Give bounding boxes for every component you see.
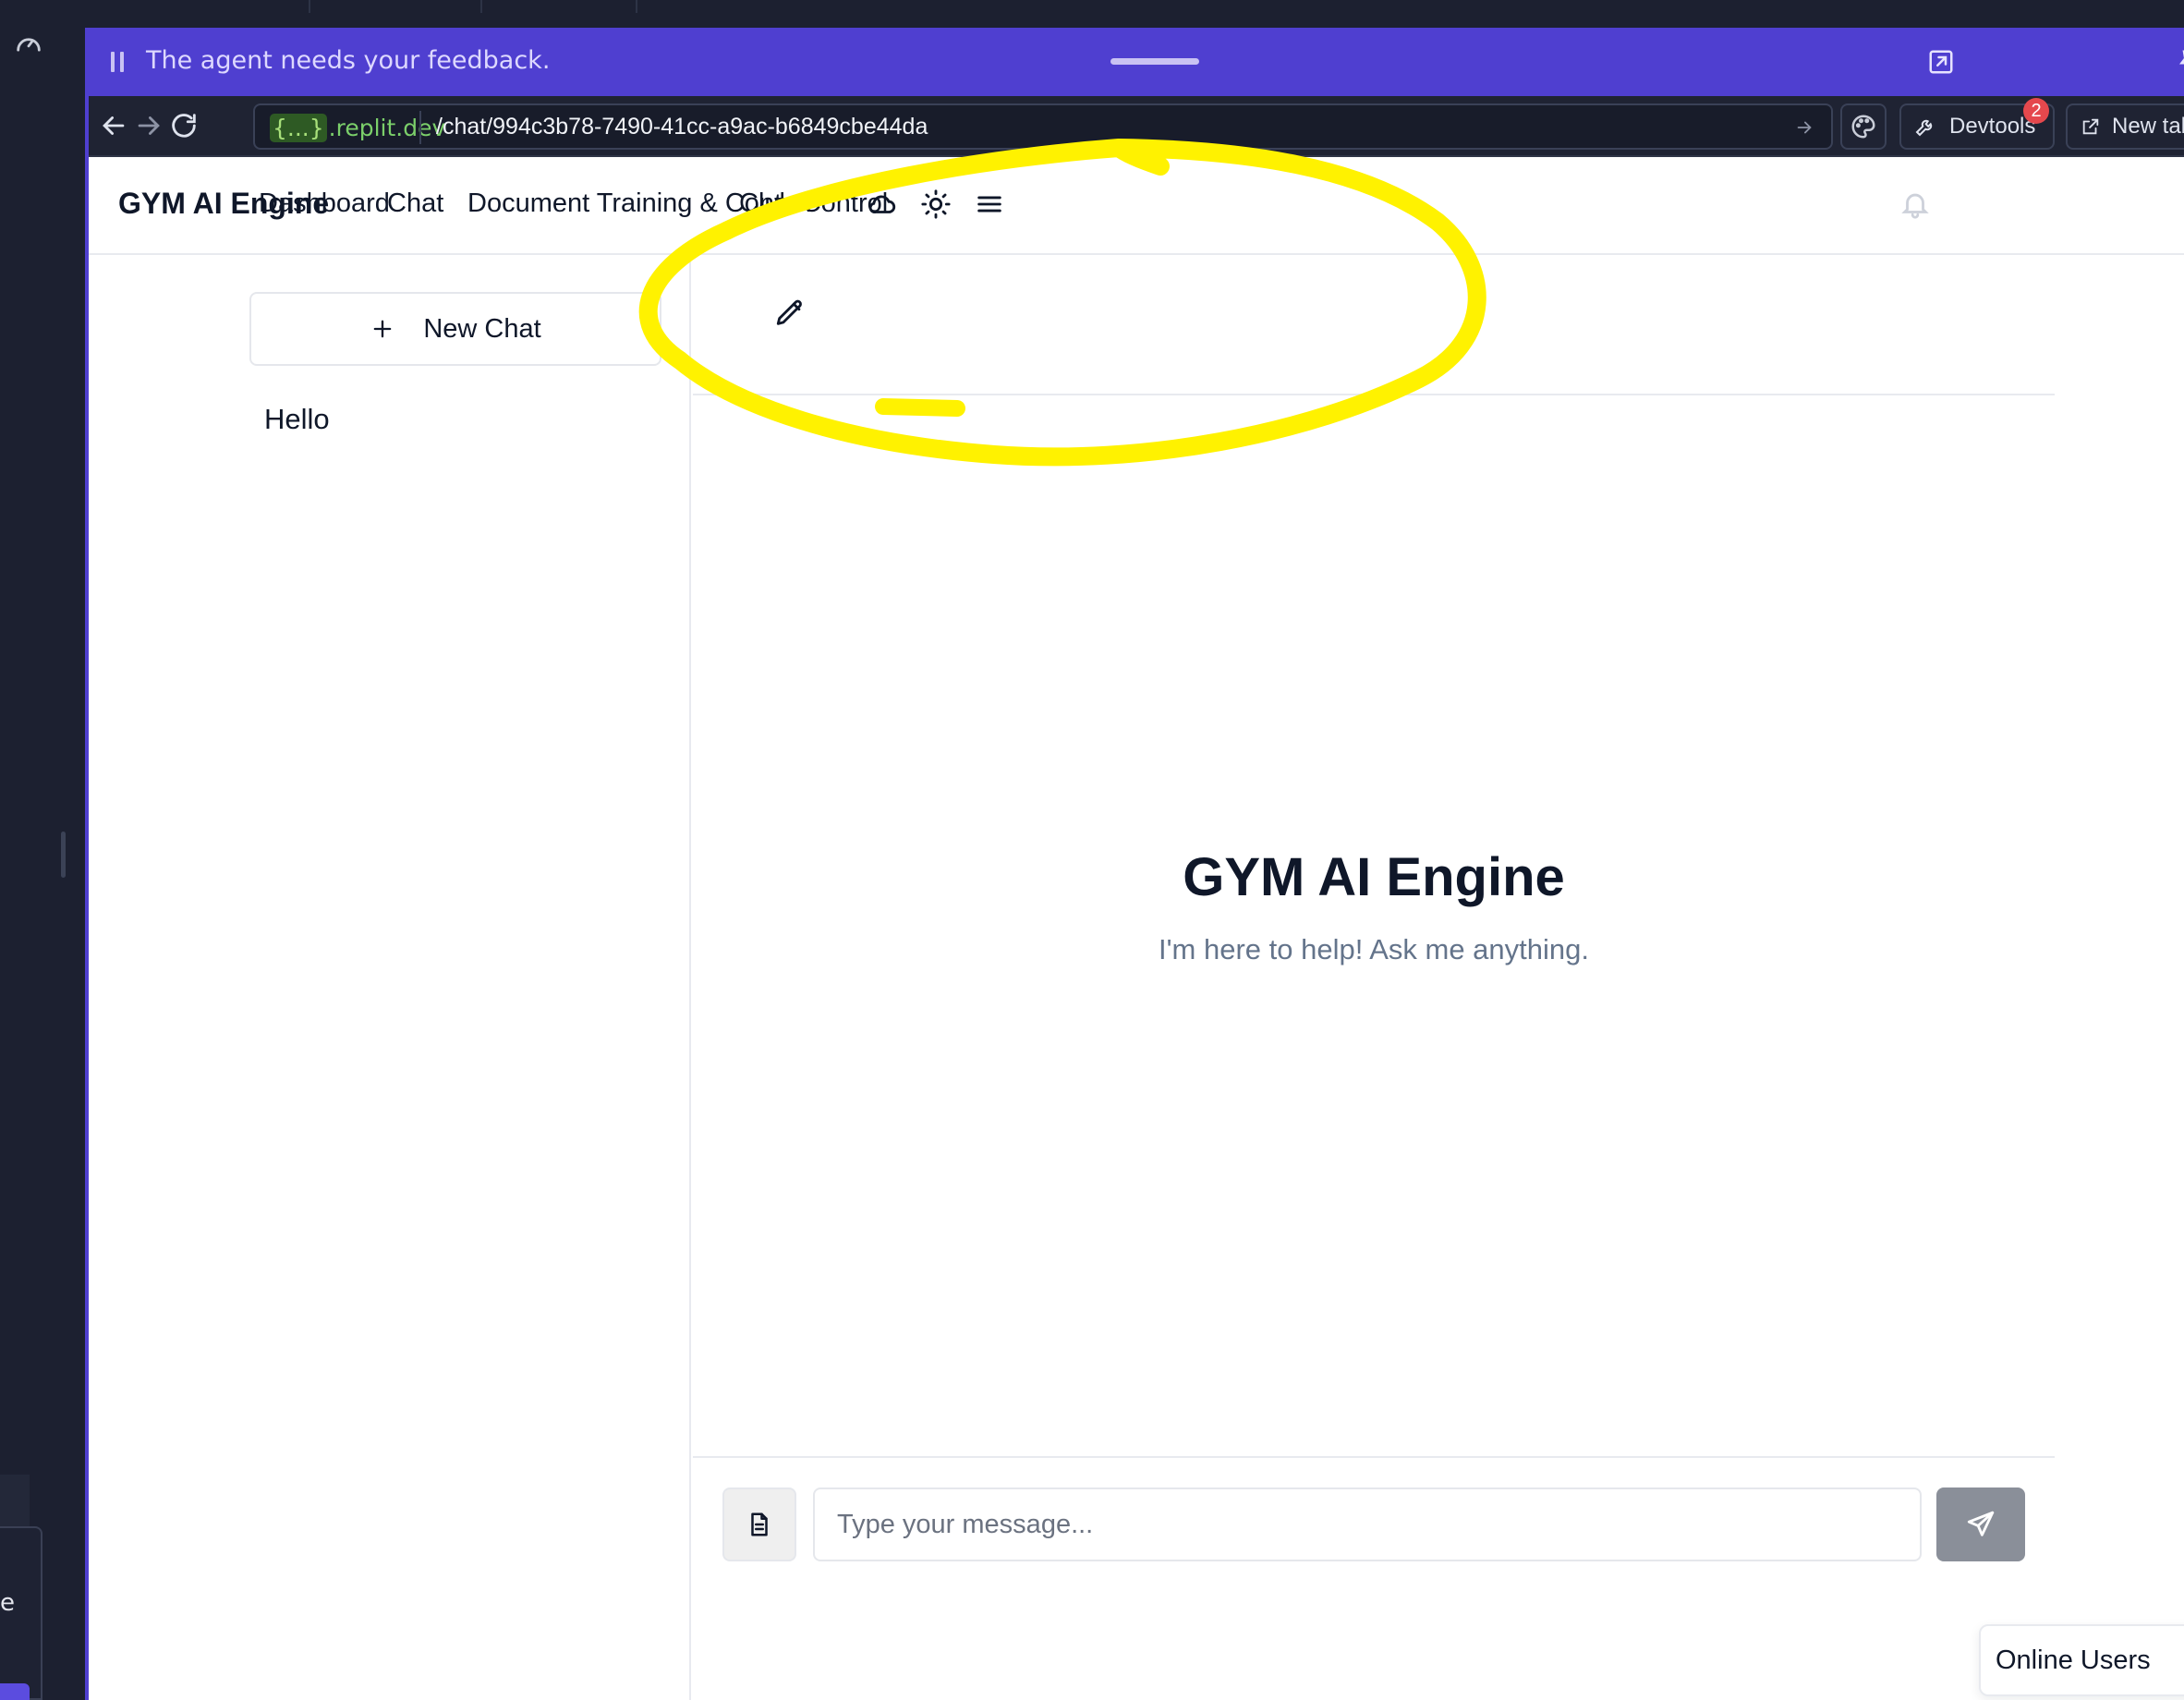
ide-tab-strip (0, 0, 2184, 13)
webview-window: The agent needs your feedback. {...} .re… (85, 28, 2184, 1700)
new-tab-button[interactable]: New tab (2066, 103, 2184, 150)
devtools-label: Devtools (1949, 114, 2036, 139)
feedback-bar: The agent needs your feedback. (89, 28, 2184, 96)
new-chat-button[interactable]: New Chat (249, 292, 661, 366)
url-divider (419, 111, 421, 144)
drag-handle[interactable] (1110, 58, 1199, 65)
go-arrow-icon[interactable] (1794, 117, 1814, 138)
sun-icon[interactable] (920, 188, 952, 220)
feedback-message: The agent needs your feedback. (146, 46, 551, 75)
menu-icon[interactable] (974, 188, 1005, 220)
new-tab-label: New tab (2112, 114, 2184, 139)
pause-icon[interactable] (111, 52, 126, 72)
welcome-subtitle: I'm here to help! Ask me anything. (1159, 933, 1589, 965)
domain-prefix: {...} (270, 113, 327, 142)
back-arrow-icon[interactable] (98, 110, 129, 141)
resize-handle[interactable] (61, 832, 66, 878)
attach-document-button[interactable] (722, 1488, 796, 1561)
chat-history-item[interactable]: Hello (264, 403, 330, 436)
ide-side-badge[interactable] (0, 1683, 30, 1700)
chat-toolbar (693, 255, 2055, 395)
ide-side-text: e (0, 1589, 15, 1617)
pencil-icon[interactable] (774, 298, 806, 329)
cloud-icon[interactable] (867, 188, 898, 220)
message-input[interactable] (813, 1488, 1922, 1561)
address-field[interactable]: {...} .replit.dev /chat/994c3b78-7490-41… (253, 103, 1833, 150)
devtools-count-badge: 2 (2023, 98, 2049, 124)
domain-host: .replit.dev (328, 114, 446, 141)
bell-icon[interactable] (1899, 188, 1931, 220)
ide-left-rail (0, 0, 57, 1700)
nav-chat[interactable]: Chat (387, 188, 443, 219)
url-domain: {...} .replit.dev (264, 111, 451, 144)
expand-icon[interactable] (1927, 48, 1955, 76)
nav-dashboard[interactable]: Dashboard (259, 188, 390, 219)
ide-tab[interactable] (310, 0, 482, 13)
pin-icon[interactable] (2175, 46, 2184, 78)
palette-icon[interactable] (1840, 103, 1887, 150)
online-users-label: Online Users (1996, 1645, 2151, 1675)
url-path[interactable]: /chat/994c3b78-7490-41cc-a9ac-b6849cbe44… (436, 114, 928, 140)
chat-sidebar: New Chat Hello (89, 255, 691, 1700)
reload-icon[interactable] (168, 110, 200, 141)
url-bar: {...} .replit.dev /chat/994c3b78-7490-41… (89, 96, 2184, 157)
forward-arrow-icon[interactable] (133, 110, 164, 141)
ide-tab[interactable] (176, 0, 310, 13)
gauge-icon[interactable] (13, 28, 44, 59)
app-header: GYM AI Engine Dashboard Chat Document Tr… (89, 157, 2184, 255)
message-composer (693, 1456, 2055, 1700)
welcome-title: GYM AI Engine (1183, 847, 1565, 907)
online-users-widget[interactable]: Online Users 0 (1979, 1624, 2184, 1696)
document-icon (746, 1511, 773, 1538)
new-chat-label: New Chat (423, 313, 541, 344)
nav-club-control[interactable]: Club Control (739, 188, 888, 219)
ide-tab[interactable] (482, 0, 637, 13)
send-button[interactable] (1936, 1488, 2025, 1561)
wrench-icon (1914, 115, 1936, 138)
send-icon (1965, 1509, 1996, 1540)
external-link-icon (2081, 116, 2101, 137)
plus-icon (370, 316, 395, 342)
chat-panel: GYM AI Engine I'm here to help! Ask me a… (693, 255, 2055, 1700)
